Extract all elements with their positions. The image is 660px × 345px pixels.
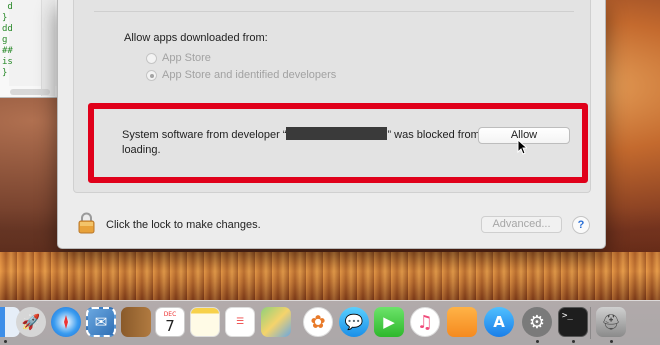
running-indicator [536,340,539,343]
running-indicator [4,340,7,343]
book-icon[interactable] [121,307,151,337]
list-icon[interactable]: ☰ [225,307,255,337]
app-store-icon[interactable]: A [484,307,514,337]
flower-icon[interactable]: ✿ [303,307,333,337]
radio-button[interactable] [146,52,157,64]
dock: 🚀 ✉ DEC 7 ☰ ✿ 💬 ▶ ♫ A ⚙ >_ ⛑ [0,300,660,345]
allow-apps-heading: Allow apps downloaded from: [124,32,268,44]
terminal-line: ## [2,46,13,56]
blocked-message-prefix: System software from developer “ [122,129,287,141]
terminal-line: } [2,68,8,78]
radio-app-store[interactable]: App Store [146,52,211,64]
terminal-line: is [2,57,13,67]
terminal-horizontal-scrollbar[interactable] [10,89,50,95]
terminal-prompt: >_ [562,311,573,321]
compass-needle-icon [64,315,68,329]
mouse-cursor-icon [517,139,527,155]
advanced-button[interactable]: Advanced... [481,216,562,233]
radio-label: App Store and identified developers [162,69,337,81]
video-camera-icon[interactable]: ▶ [374,307,404,337]
radio-app-store-identified[interactable]: App Store and identified developers [146,69,336,81]
chat-bubble-icon[interactable]: 💬 [339,307,369,337]
section-divider [94,11,574,12]
lock-icon[interactable] [78,212,95,234]
terminal-line: } [2,13,8,23]
lock-instruction-text: Click the lock to make changes. [106,219,261,231]
compass-icon[interactable] [51,307,81,337]
radio-label: App Store [162,52,211,64]
open-book-icon[interactable] [447,307,477,337]
terminal-line: g [2,35,8,45]
terminal-line: d [2,2,13,12]
notes-icon[interactable] [190,307,220,337]
dock-separator [590,307,591,339]
help-button[interactable]: ? [572,216,590,234]
running-indicator [610,340,613,343]
radio-button-selected[interactable] [146,69,157,81]
music-note-icon[interactable]: ♫ [410,307,440,337]
redacted-developer-name [286,127,388,140]
disk-icon[interactable]: ⛑ [596,307,626,337]
wallpaper-lake-reflection [0,252,660,300]
calendar-icon[interactable]: DEC 7 [155,307,185,337]
stamp-icon[interactable]: ✉ [86,307,116,337]
running-indicator [572,340,575,343]
security-privacy-pane: Allow apps downloaded from: App Store Ap… [57,0,606,249]
map-icon[interactable] [261,307,291,337]
terminal-icon[interactable]: >_ [558,307,588,337]
terminal-line: dd [2,24,13,34]
calendar-day: 7 [165,316,175,335]
gear-icon[interactable]: ⚙ [522,307,552,337]
blocked-software-message: System software from developer “” was bl… [122,127,482,158]
terminal-window[interactable]: d } dd g ## is } [0,0,60,98]
rocket-icon[interactable]: 🚀 [16,307,46,337]
